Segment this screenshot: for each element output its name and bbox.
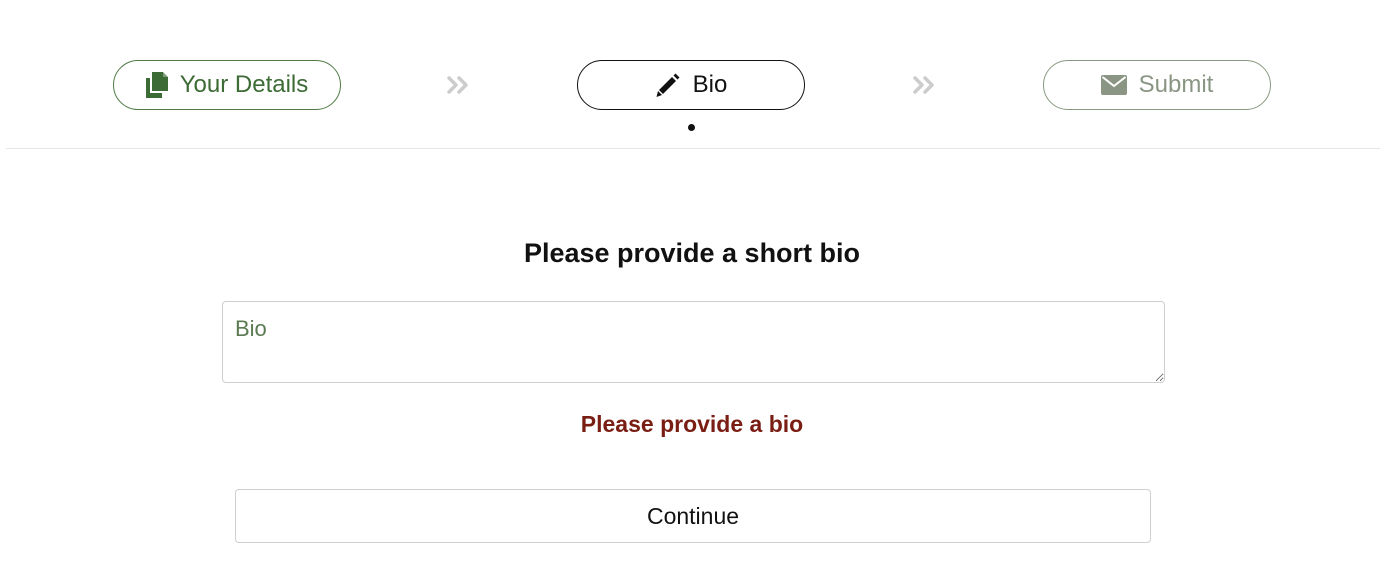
bio-error-message: Please provide a bio [580,411,804,437]
pencil-icon [655,72,681,98]
double-chevron-right-icon [444,73,474,97]
divider [6,148,1380,149]
stepper: Your Details Bio Submit [0,0,1400,150]
step-label-submit: Submit [1138,71,1214,98]
step-submit[interactable]: Submit [1043,60,1271,110]
envelope-icon [1100,75,1127,95]
step-your-details[interactable]: Your Details [113,60,341,110]
bio-textarea[interactable] [222,301,1165,383]
double-chevron-right-icon [910,73,940,97]
step-label-your-details: Your Details [179,71,309,98]
step-label-bio: Bio [692,71,728,98]
form-title: Please provide a short bio [523,238,861,268]
active-step-indicator [688,124,695,131]
continue-button[interactable]: Continue [235,489,1151,543]
step-bio[interactable]: Bio [577,60,805,110]
copy-icon [145,72,168,98]
page: Your Details Bio Submit Please provide a… [0,0,1400,583]
